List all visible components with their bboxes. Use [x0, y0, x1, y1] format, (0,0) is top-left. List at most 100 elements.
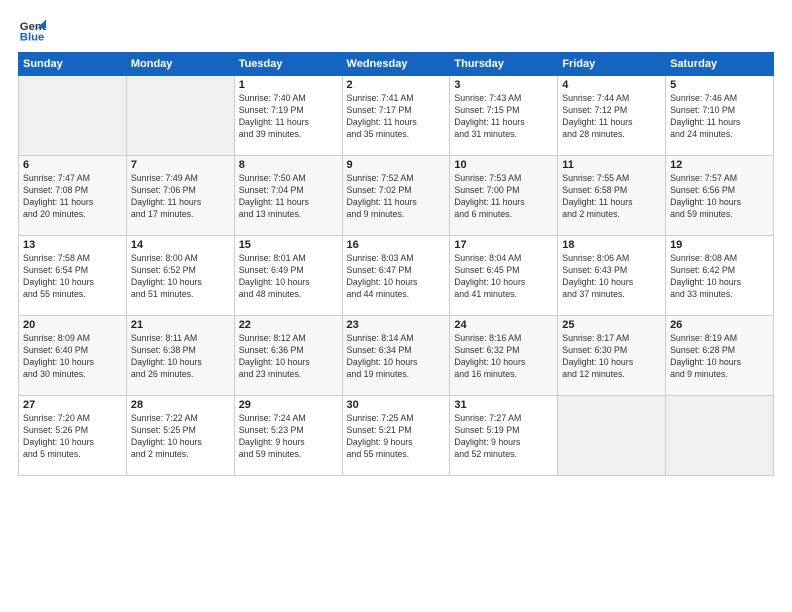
day-detail: Sunrise: 7:20 AMSunset: 5:26 PMDaylight:… — [23, 413, 122, 461]
calendar-cell: 11Sunrise: 7:55 AMSunset: 6:58 PMDayligh… — [558, 156, 666, 236]
calendar-body: 1Sunrise: 7:40 AMSunset: 7:19 PMDaylight… — [19, 76, 774, 476]
calendar-cell: 16 Sunrise: 8:03 AMSunset: 6:47 PMDayligh… — [342, 236, 450, 316]
day-detail: Sunrise: 8:11 AMSunset: 6:38 PMDaylight:… — [131, 333, 230, 381]
calendar-cell: 28 Sunrise: 7:22 AMSunset: 5:25 PMDayligh… — [126, 396, 234, 476]
day-detail: Sunrise: 7:46 AMSunset: 7:10 PMDaylight:… — [670, 93, 769, 141]
day-detail: Sunrise: 8:04 AMSunset: 6:45 PMDaylight:… — [454, 253, 553, 301]
calendar-cell: 5 Sunrise: 7:46 AMSunset: 7:10 PMDaylight… — [666, 76, 774, 156]
calendar-cell: 9 Sunrise: 7:52 AMSunset: 7:02 PMDaylight… — [342, 156, 450, 236]
calendar-cell: 19 Sunrise: 8:08 AMSunset: 6:42 PMDayligh… — [666, 236, 774, 316]
calendar-week-1: 1Sunrise: 7:40 AMSunset: 7:19 PMDaylight… — [19, 76, 774, 156]
calendar-cell: 8 Sunrise: 7:50 AMSunset: 7:04 PMDaylight… — [234, 156, 342, 236]
day-number: 29 — [239, 399, 338, 411]
calendar-header: SundayMondayTuesdayWednesdayThursdayFrid… — [19, 53, 774, 76]
calendar-cell: 30 Sunrise: 7:25 AMSunset: 5:21 PMDayligh… — [342, 396, 450, 476]
calendar-cell: 15 Sunrise: 8:01 AMSunset: 6:49 PMDayligh… — [234, 236, 342, 316]
calendar-cell: 13 Sunrise: 7:58 AMSunset: 6:54 PMDayligh… — [19, 236, 127, 316]
svg-text:Blue: Blue — [20, 32, 45, 44]
day-detail: Sunrise: 7:50 AMSunset: 7:04 PMDaylight:… — [239, 173, 338, 221]
day-number: 5 — [670, 79, 769, 91]
day-detail: Sunrise: 8:09 AMSunset: 6:40 PMDaylight:… — [23, 333, 122, 381]
day-detail: Sunrise: 8:16 AMSunset: 6:32 PMDaylight:… — [454, 333, 553, 381]
day-detail: Sunrise: 7:58 AMSunset: 6:54 PMDaylight:… — [23, 253, 122, 301]
day-detail: Sunrise: 7:22 AMSunset: 5:25 PMDaylight:… — [131, 413, 230, 461]
day-number: 13 — [23, 239, 122, 251]
day-number: 28 — [131, 399, 230, 411]
day-number: 10 — [454, 159, 553, 171]
calendar-cell: 12 Sunrise: 7:57 AMSunset: 6:56 PMDayligh… — [666, 156, 774, 236]
header-day-tuesday: Tuesday — [234, 53, 342, 76]
calendar-cell: 31Sunrise: 7:27 AMSunset: 5:19 PMDayligh… — [450, 396, 558, 476]
day-number: 3 — [454, 79, 553, 91]
calendar-cell: 26 Sunrise: 8:19 AMSunset: 6:28 PMDayligh… — [666, 316, 774, 396]
day-number: 23 — [347, 319, 446, 331]
day-detail: Sunrise: 8:00 AMSunset: 6:52 PMDaylight:… — [131, 253, 230, 301]
header-day-wednesday: Wednesday — [342, 53, 450, 76]
header-day-saturday: Saturday — [666, 53, 774, 76]
logo: General Blue — [18, 16, 50, 44]
day-number: 15 — [239, 239, 338, 251]
calendar-cell: 23 Sunrise: 8:14 AMSunset: 6:34 PMDayligh… — [342, 316, 450, 396]
day-number: 8 — [239, 159, 338, 171]
day-number: 7 — [131, 159, 230, 171]
calendar-cell — [666, 396, 774, 476]
day-detail: Sunrise: 7:47 AMSunset: 7:08 PMDaylight:… — [23, 173, 122, 221]
day-number: 19 — [670, 239, 769, 251]
day-detail: Sunrise: 8:14 AMSunset: 6:34 PMDaylight:… — [347, 333, 446, 381]
day-number: 21 — [131, 319, 230, 331]
calendar-cell: 20 Sunrise: 8:09 AMSunset: 6:40 PMDayligh… — [19, 316, 127, 396]
day-number: 30 — [347, 399, 446, 411]
day-detail: Sunrise: 8:03 AMSunset: 6:47 PMDaylight:… — [347, 253, 446, 301]
day-number: 6 — [23, 159, 122, 171]
day-detail: Sunrise: 7:52 AMSunset: 7:02 PMDaylight:… — [347, 173, 446, 221]
day-number: 24 — [454, 319, 553, 331]
calendar-cell: 29 Sunrise: 7:24 AMSunset: 5:23 PMDayligh… — [234, 396, 342, 476]
calendar-cell: 2Sunrise: 7:41 AMSunset: 7:17 PMDaylight… — [342, 76, 450, 156]
day-detail: Sunrise: 7:40 AMSunset: 7:19 PMDaylight:… — [239, 93, 338, 141]
day-detail: Sunrise: 8:12 AMSunset: 6:36 PMDaylight:… — [239, 333, 338, 381]
day-detail: Sunrise: 7:24 AMSunset: 5:23 PMDaylight:… — [239, 413, 338, 461]
day-detail: Sunrise: 8:06 AMSunset: 6:43 PMDaylight:… — [562, 253, 661, 301]
day-detail: Sunrise: 7:25 AMSunset: 5:21 PMDaylight:… — [347, 413, 446, 461]
header-day-thursday: Thursday — [450, 53, 558, 76]
calendar-cell: 14Sunrise: 8:00 AMSunset: 6:52 PMDayligh… — [126, 236, 234, 316]
calendar-cell: 18 Sunrise: 8:06 AMSunset: 6:43 PMDayligh… — [558, 236, 666, 316]
day-number: 20 — [23, 319, 122, 331]
day-number: 26 — [670, 319, 769, 331]
day-detail: Sunrise: 7:43 AMSunset: 7:15 PMDaylight:… — [454, 93, 553, 141]
calendar-cell: 21 Sunrise: 8:11 AMSunset: 6:38 PMDayligh… — [126, 316, 234, 396]
header-day-sunday: Sunday — [19, 53, 127, 76]
calendar-cell: 25Sunrise: 8:17 AMSunset: 6:30 PMDayligh… — [558, 316, 666, 396]
calendar-week-2: 6 Sunrise: 7:47 AMSunset: 7:08 PMDaylight… — [19, 156, 774, 236]
day-detail: Sunrise: 7:27 AMSunset: 5:19 PMDaylight:… — [454, 413, 553, 461]
calendar-cell: 24 Sunrise: 8:16 AMSunset: 6:32 PMDayligh… — [450, 316, 558, 396]
day-number: 2 — [347, 79, 446, 91]
day-number: 9 — [347, 159, 446, 171]
calendar-cell: 17 Sunrise: 8:04 AMSunset: 6:45 PMDayligh… — [450, 236, 558, 316]
day-number: 12 — [670, 159, 769, 171]
day-detail: Sunrise: 7:49 AMSunset: 7:06 PMDaylight:… — [131, 173, 230, 221]
calendar-week-4: 20 Sunrise: 8:09 AMSunset: 6:40 PMDayligh… — [19, 316, 774, 396]
day-number: 22 — [239, 319, 338, 331]
day-detail: Sunrise: 8:01 AMSunset: 6:49 PMDaylight:… — [239, 253, 338, 301]
day-number: 18 — [562, 239, 661, 251]
header-row: SundayMondayTuesdayWednesdayThursdayFrid… — [19, 53, 774, 76]
header-day-monday: Monday — [126, 53, 234, 76]
calendar-cell — [19, 76, 127, 156]
day-detail: Sunrise: 7:57 AMSunset: 6:56 PMDaylight:… — [670, 173, 769, 221]
day-number: 17 — [454, 239, 553, 251]
calendar-cell: 1Sunrise: 7:40 AMSunset: 7:19 PMDaylight… — [234, 76, 342, 156]
calendar-cell — [126, 76, 234, 156]
calendar-week-3: 13 Sunrise: 7:58 AMSunset: 6:54 PMDayligh… — [19, 236, 774, 316]
logo-icon: General Blue — [18, 16, 46, 44]
calendar-cell: 7 Sunrise: 7:49 AMSunset: 7:06 PMDaylight… — [126, 156, 234, 236]
day-detail: Sunrise: 8:17 AMSunset: 6:30 PMDaylight:… — [562, 333, 661, 381]
header: General Blue — [18, 16, 774, 44]
calendar-cell: 4Sunrise: 7:44 AMSunset: 7:12 PMDaylight… — [558, 76, 666, 156]
day-detail: Sunrise: 8:08 AMSunset: 6:42 PMDaylight:… — [670, 253, 769, 301]
calendar-page: General Blue SundayMondayTuesdayWednesda… — [0, 0, 792, 612]
day-number: 16 — [347, 239, 446, 251]
calendar-week-5: 27Sunrise: 7:20 AMSunset: 5:26 PMDayligh… — [19, 396, 774, 476]
calendar-cell: 22 Sunrise: 8:12 AMSunset: 6:36 PMDayligh… — [234, 316, 342, 396]
day-detail: Sunrise: 8:19 AMSunset: 6:28 PMDaylight:… — [670, 333, 769, 381]
